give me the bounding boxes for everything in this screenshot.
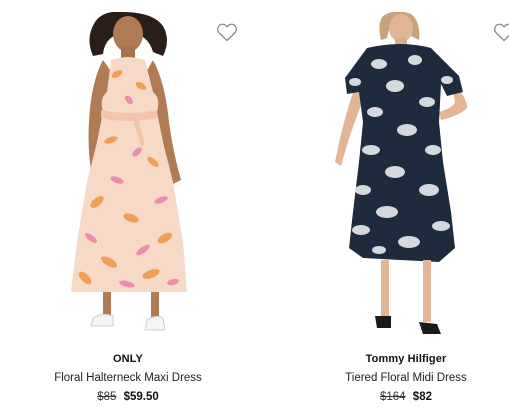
price-row: $164 $82 <box>291 389 509 405</box>
product-brand[interactable]: Tommy Hilfiger <box>291 352 509 366</box>
product-info: Tommy Hilfiger Tiered Floral Midi Dress … <box>291 352 509 405</box>
floral-halter-maxi-dress-photo <box>71 12 187 331</box>
sale-price: $82 <box>412 391 432 403</box>
heart-icon <box>216 23 238 42</box>
product-info: ONLY Floral Halterneck Maxi Dress $85 $5… <box>13 352 243 405</box>
product-title[interactable]: Floral Halterneck Maxi Dress <box>13 370 243 386</box>
original-price: $164 <box>380 391 406 403</box>
original-price: $85 <box>97 391 117 403</box>
product-image[interactable] <box>13 12 243 342</box>
product-title[interactable]: Tiered Floral Midi Dress <box>291 370 509 386</box>
product-card[interactable]: Tommy Hilfiger Tiered Floral Midi Dress … <box>291 0 509 407</box>
heart-icon <box>493 23 509 42</box>
tiered-floral-midi-dress-photo <box>335 12 467 334</box>
wishlist-heart-button[interactable] <box>492 20 509 44</box>
price-row: $85 $59.50 <box>13 389 243 405</box>
product-card[interactable]: ONLY Floral Halterneck Maxi Dress $85 $5… <box>13 0 243 407</box>
product-grid: ONLY Floral Halterneck Maxi Dress $85 $5… <box>0 0 509 407</box>
product-brand[interactable]: ONLY <box>13 352 243 366</box>
wishlist-heart-button[interactable] <box>215 20 239 44</box>
product-image[interactable] <box>291 12 509 342</box>
sale-price: $59.50 <box>123 391 159 403</box>
